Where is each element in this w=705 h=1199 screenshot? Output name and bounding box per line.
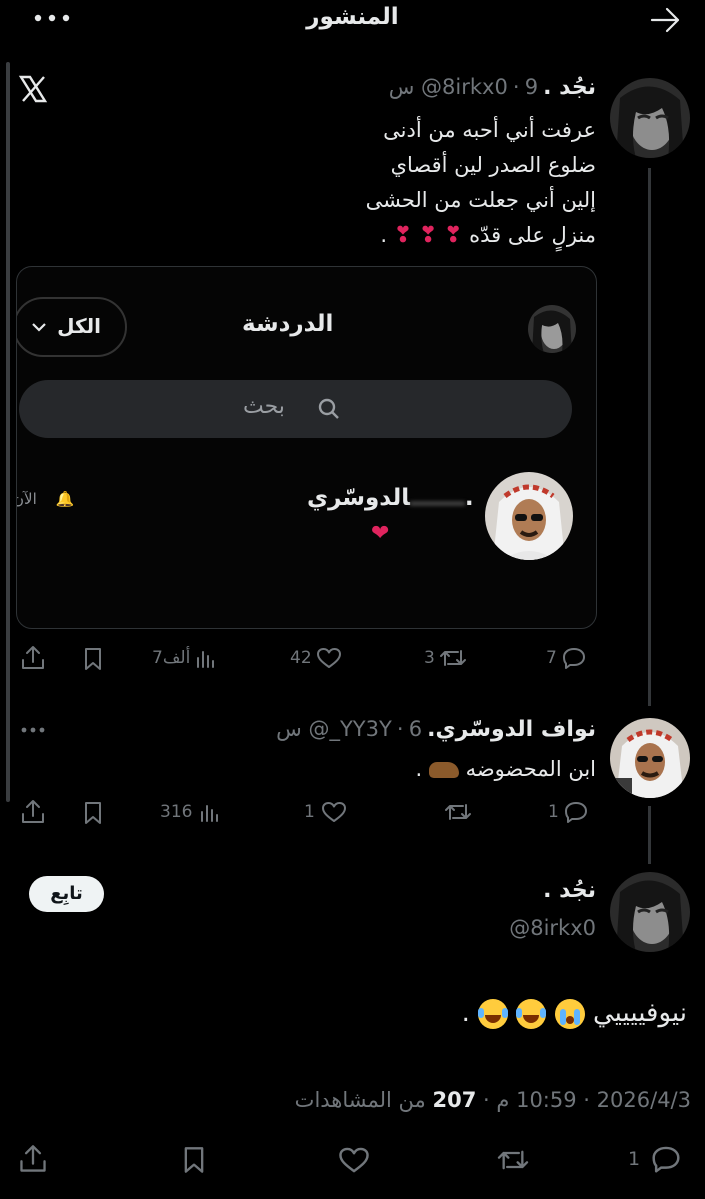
thread-line — [648, 168, 651, 706]
share-button[interactable] — [18, 1142, 48, 1176]
avatar[interactable] — [610, 872, 690, 952]
more-options-button[interactable] — [20, 724, 46, 736]
reply-button[interactable]: 1 — [548, 800, 589, 824]
like-button[interactable] — [338, 1145, 370, 1175]
more-dots-icon — [21, 727, 45, 733]
retweet-icon — [497, 1150, 529, 1170]
post-header: نجُد . @8irkx0 · 9 س — [389, 75, 596, 100]
like-button[interactable]: 42 — [290, 646, 342, 670]
embed-heart: ❤ — [371, 521, 390, 546]
mute-icon: 🔔 — [55, 490, 75, 508]
like-button[interactable]: 1 — [304, 800, 347, 824]
author-handle[interactable]: @_YY3Y — [308, 717, 391, 741]
views-button[interactable]: 7ألف — [152, 646, 218, 670]
embed-filter-dropdown: الكل — [17, 297, 127, 357]
embed-contact-avatar — [485, 472, 573, 560]
reply-button[interactable]: 1 — [628, 1144, 682, 1174]
heart-icon — [339, 1147, 369, 1173]
post-line: إلين أني جعلت من الحشى — [365, 188, 596, 212]
reply-icon — [562, 648, 585, 669]
bookmark-button[interactable] — [81, 800, 105, 826]
embedded-image[interactable]: الدردشة الكل بحث ـــــــالدوسّري. ❤ الآن… — [16, 266, 597, 629]
heart-exclamation-emoji: ❣ — [418, 223, 438, 248]
heart-exclamation-emoji: ❣ — [393, 223, 413, 248]
bookmark-button[interactable] — [180, 1144, 208, 1176]
retweet-icon — [439, 650, 466, 666]
author-handle[interactable]: @8irkx0 — [509, 916, 596, 940]
page-title: المنشور — [306, 4, 399, 30]
views-label: من المشاهدات — [294, 1088, 426, 1112]
embed-filter-label: الكل — [57, 314, 101, 338]
views-button[interactable]: 316 — [160, 800, 222, 824]
post-time: 10:59 م — [496, 1088, 577, 1112]
retweet-button[interactable] — [496, 1146, 530, 1174]
views-count[interactable]: 207 — [432, 1088, 476, 1112]
avatar[interactable] — [610, 78, 690, 158]
reply-button[interactable]: 7 — [546, 646, 587, 670]
bookmark-button[interactable] — [81, 646, 105, 672]
embed-contact-name: ـــــــالدوسّري. — [307, 485, 474, 511]
post-line: ضلوع الصدر لين أقصاي — [390, 153, 596, 177]
embed-time: الآن 🔔 — [17, 490, 75, 508]
retweet-icon — [445, 804, 471, 820]
retweet-button[interactable]: 3 — [424, 646, 467, 670]
share-button[interactable] — [20, 644, 46, 672]
separator: · — [512, 75, 520, 99]
reply-icon — [564, 802, 587, 823]
embed-search-placeholder: بحث — [243, 394, 285, 419]
views-icon — [197, 651, 215, 668]
author-name[interactable]: نجُد . — [543, 878, 596, 903]
heart-icon — [316, 648, 341, 668]
share-icon — [20, 1145, 46, 1172]
separator: · — [396, 717, 404, 741]
post-text: نيوفييييي . — [461, 998, 687, 1029]
post-timestamp: 2026/4/3 · 10:59 م · 207 من المشاهدات — [294, 1088, 691, 1112]
x-logo — [18, 74, 48, 104]
chevron-down-icon — [32, 323, 46, 332]
reply-icon — [652, 1146, 680, 1173]
embed-title: الدردشة — [242, 311, 334, 337]
otter-emoji — [428, 762, 459, 778]
bookmark-icon — [184, 1147, 204, 1173]
author-handle[interactable]: @8irkx0 — [421, 75, 508, 99]
post-line: منزلٍ على قدّه ❣ ❣ ❣ . — [380, 223, 596, 248]
author-name[interactable]: نواف الدوسّري. — [427, 717, 596, 742]
joy-emoji — [478, 998, 509, 1029]
embed-avatar — [528, 305, 576, 353]
embed-search-bar: بحث — [19, 380, 572, 438]
author-name[interactable]: نجُد . — [543, 75, 596, 100]
share-icon — [22, 646, 44, 669]
joy-emoji — [516, 998, 547, 1029]
blurred-name: ـــــــ — [409, 485, 465, 511]
post-text: ابن المحضوضه . — [415, 757, 596, 781]
share-icon — [22, 800, 44, 823]
views-icon — [201, 805, 219, 822]
thread-line — [648, 806, 651, 864]
post-date: 2026/4/3 — [596, 1088, 691, 1112]
post-header: نواف الدوسّري. @_YY3Y · 6 س — [276, 717, 596, 742]
crying-emoji — [554, 998, 585, 1029]
scroll-indicator[interactable] — [6, 62, 10, 802]
retweet-button[interactable] — [444, 800, 472, 824]
post-text: عرفت أني أحبه من أدنى ضلوع الصدر لين أقص… — [236, 113, 596, 253]
heart-exclamation-emoji: ❣ — [444, 223, 463, 248]
avatar[interactable] — [610, 718, 690, 798]
bookmark-icon — [85, 648, 101, 670]
follow-button[interactable]: تابِع — [29, 876, 104, 912]
x-logo-icon — [18, 75, 48, 103]
share-button[interactable] — [20, 798, 46, 826]
post-line: عرفت أني أحبه من أدنى — [383, 118, 596, 142]
arrow-right-icon — [650, 7, 680, 33]
bookmark-icon — [85, 802, 101, 824]
search-icon — [318, 398, 339, 419]
back-button[interactable] — [648, 4, 682, 36]
heart-icon — [321, 802, 346, 822]
